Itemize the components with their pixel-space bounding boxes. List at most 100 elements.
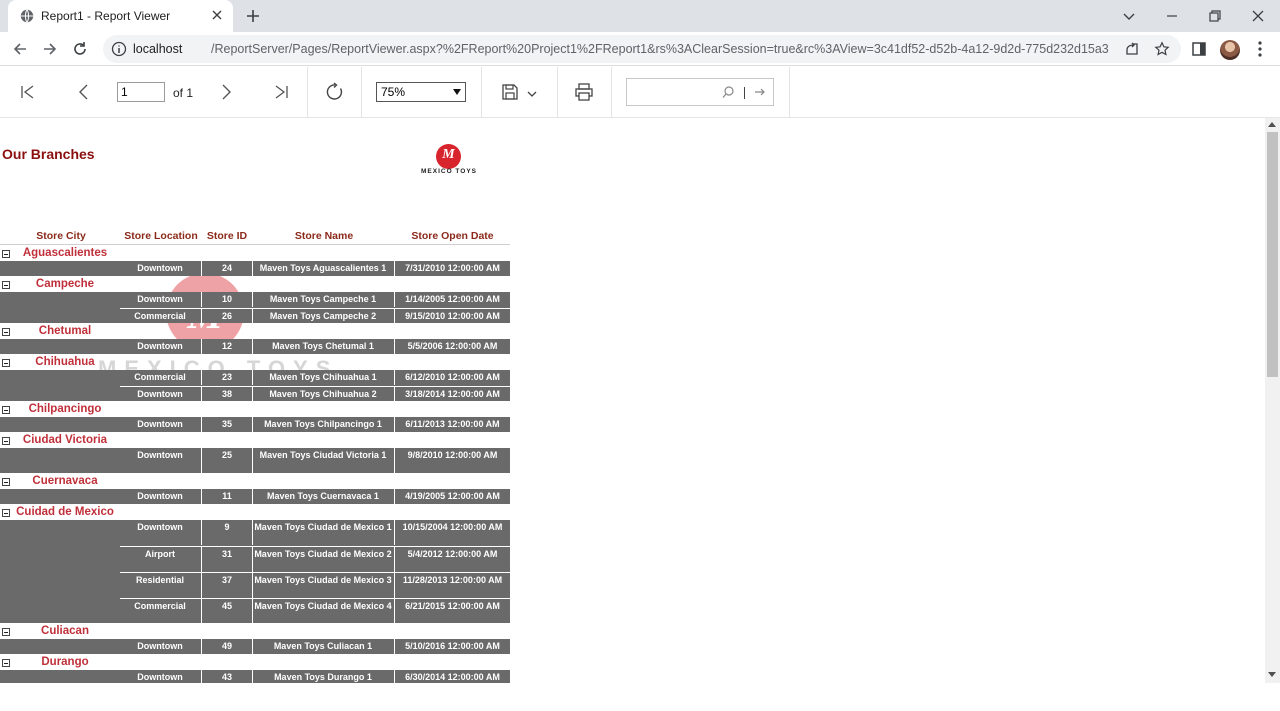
cell-divider bbox=[252, 547, 253, 572]
cell-divider bbox=[201, 309, 202, 324]
last-page-icon[interactable] bbox=[272, 83, 290, 101]
store-name-cell: Maven Toys Ciudad de Mexico 4 bbox=[254, 601, 392, 611]
city-name: Campeche bbox=[35, 278, 95, 290]
new-tab-icon[interactable] bbox=[245, 8, 261, 24]
next-page-icon[interactable] bbox=[217, 83, 235, 101]
info-icon[interactable] bbox=[111, 41, 127, 57]
city-group-header: Chilpancingo bbox=[0, 402, 510, 418]
previous-page-icon[interactable] bbox=[75, 83, 93, 101]
url-path: /ReportServer/Pages/ReportViewer.aspx?%2… bbox=[211, 42, 1109, 56]
store-location-cell: Downtown bbox=[137, 491, 183, 501]
collapse-toggle-icon[interactable] bbox=[2, 328, 10, 336]
find-next-arrow-icon[interactable] bbox=[753, 85, 767, 99]
report-canvas: Our Branches M MEXICO TOYS M MEXICO TOYS… bbox=[0, 118, 1265, 683]
close-tab-icon[interactable] bbox=[211, 9, 223, 21]
collapse-toggle-icon[interactable] bbox=[2, 509, 10, 517]
cell-divider bbox=[252, 599, 253, 624]
store-open-date-cell: 6/30/2014 12:00:00 AM bbox=[405, 672, 500, 682]
cell-divider bbox=[201, 489, 202, 504]
collapse-toggle-icon[interactable] bbox=[2, 359, 10, 367]
city-name: Cuernavaca bbox=[32, 475, 98, 487]
tab-title: Report1 - Report Viewer bbox=[41, 9, 171, 23]
vertical-scrollbar[interactable] bbox=[1265, 118, 1280, 683]
cell-divider bbox=[394, 261, 395, 276]
table-row: Commercial 23 Maven Toys Chihuahua 1 6/12/2… bbox=[120, 370, 510, 385]
city-group-header: Culiacan bbox=[0, 624, 510, 640]
cell-divider bbox=[252, 292, 253, 307]
table-row: Downtown 35 Maven Toys Chilpancingo 1 6/11/… bbox=[120, 417, 510, 432]
print-icon[interactable] bbox=[574, 82, 594, 102]
store-open-date-cell: 7/31/2010 12:00:00 AM bbox=[405, 263, 500, 273]
find-separator bbox=[744, 87, 745, 99]
collapse-toggle-icon[interactable] bbox=[2, 478, 10, 486]
address-bar[interactable]: localhost /ReportServer/Pages/ReportView… bbox=[103, 35, 1181, 63]
store-id-cell: 12 bbox=[221, 341, 232, 351]
forward-arrow-icon[interactable] bbox=[41, 40, 59, 58]
cell-divider bbox=[201, 520, 202, 545]
tab-search-chevron-icon[interactable] bbox=[1121, 8, 1137, 24]
cell-divider bbox=[394, 417, 395, 432]
store-group: Downtown 35 Maven Toys Chilpancingo 1 6/11/… bbox=[0, 417, 510, 432]
cell-divider bbox=[394, 387, 395, 402]
cell-divider bbox=[252, 639, 253, 654]
zoom-select[interactable]: 75% bbox=[376, 82, 466, 102]
refresh-icon[interactable] bbox=[325, 82, 345, 102]
column-header-id[interactable]: Store ID bbox=[202, 230, 252, 242]
store-location-cell: Downtown bbox=[137, 341, 183, 351]
store-location-cell: Commercial bbox=[134, 601, 186, 611]
cell-divider bbox=[252, 448, 253, 473]
column-header-open-date[interactable]: Store Open Date bbox=[395, 230, 510, 242]
scroll-down-icon[interactable] bbox=[1268, 672, 1276, 677]
more-menu-icon[interactable] bbox=[1252, 40, 1268, 58]
column-header-city[interactable]: Store City bbox=[15, 230, 107, 242]
collapse-toggle-icon[interactable] bbox=[2, 628, 10, 636]
minimize-icon[interactable] bbox=[1164, 8, 1180, 24]
export-chevron-down-icon[interactable] bbox=[526, 89, 538, 99]
cell-divider bbox=[201, 599, 202, 624]
browser-tab[interactable]: Report1 - Report Viewer bbox=[8, 0, 233, 32]
store-open-date-cell: 9/8/2010 12:00:00 AM bbox=[407, 450, 498, 460]
scroll-up-icon[interactable] bbox=[1268, 122, 1276, 127]
cell-divider bbox=[252, 417, 253, 432]
cell-divider bbox=[394, 599, 395, 624]
collapse-toggle-icon[interactable] bbox=[2, 437, 10, 445]
cell-divider bbox=[201, 387, 202, 402]
table-row: Downtown 43 Maven Toys Durango 1 6/30/2014 … bbox=[120, 670, 510, 683]
column-header-name[interactable]: Store Name bbox=[254, 230, 394, 242]
back-arrow-icon[interactable] bbox=[11, 40, 29, 58]
find-magnifier-icon[interactable] bbox=[721, 85, 735, 99]
store-name-cell: Maven Toys Durango 1 bbox=[274, 672, 372, 682]
store-id-cell: 9 bbox=[224, 522, 230, 532]
profile-avatar[interactable] bbox=[1220, 40, 1240, 60]
collapse-toggle-icon[interactable] bbox=[2, 406, 10, 414]
bookmark-star-icon[interactable] bbox=[1154, 41, 1170, 57]
reload-icon[interactable] bbox=[71, 40, 89, 58]
store-name-cell: Maven Toys Chilpancingo 1 bbox=[264, 419, 382, 429]
store-group: Downtown 12 Maven Toys Chetumal 1 5/5/2006 … bbox=[0, 339, 510, 354]
restore-icon[interactable] bbox=[1207, 8, 1223, 24]
find-text-box[interactable] bbox=[626, 78, 774, 106]
cell-divider bbox=[252, 489, 253, 504]
scrollbar-thumb[interactable] bbox=[1267, 132, 1278, 377]
collapse-toggle-icon[interactable] bbox=[2, 250, 10, 258]
collapse-toggle-icon[interactable] bbox=[2, 659, 10, 667]
side-panel-icon[interactable] bbox=[1190, 40, 1208, 58]
store-location-cell: Downtown bbox=[137, 294, 183, 304]
page-number-input[interactable] bbox=[117, 82, 165, 102]
browser-tabstrip: Report1 - Report Viewer bbox=[0, 0, 1280, 32]
collapse-toggle-icon[interactable] bbox=[2, 281, 10, 289]
cell-divider bbox=[201, 639, 202, 654]
logo-circle: M bbox=[436, 144, 461, 169]
close-window-icon[interactable] bbox=[1250, 8, 1266, 24]
store-name-cell: Maven Toys Cuernavaca 1 bbox=[267, 491, 379, 501]
chevron-down-icon bbox=[453, 89, 461, 95]
city-name: Culiacan bbox=[41, 625, 89, 637]
store-name-cell: Maven Toys Campeche 2 bbox=[269, 311, 377, 321]
cell-divider bbox=[252, 309, 253, 324]
store-open-date-cell: 5/4/2012 12:00:00 AM bbox=[407, 549, 498, 559]
first-page-icon[interactable] bbox=[19, 83, 37, 101]
share-icon[interactable] bbox=[1124, 41, 1140, 57]
store-id-cell: 11 bbox=[222, 491, 232, 501]
column-header-location[interactable]: Store Location bbox=[120, 230, 202, 242]
save-export-icon[interactable] bbox=[501, 83, 519, 101]
